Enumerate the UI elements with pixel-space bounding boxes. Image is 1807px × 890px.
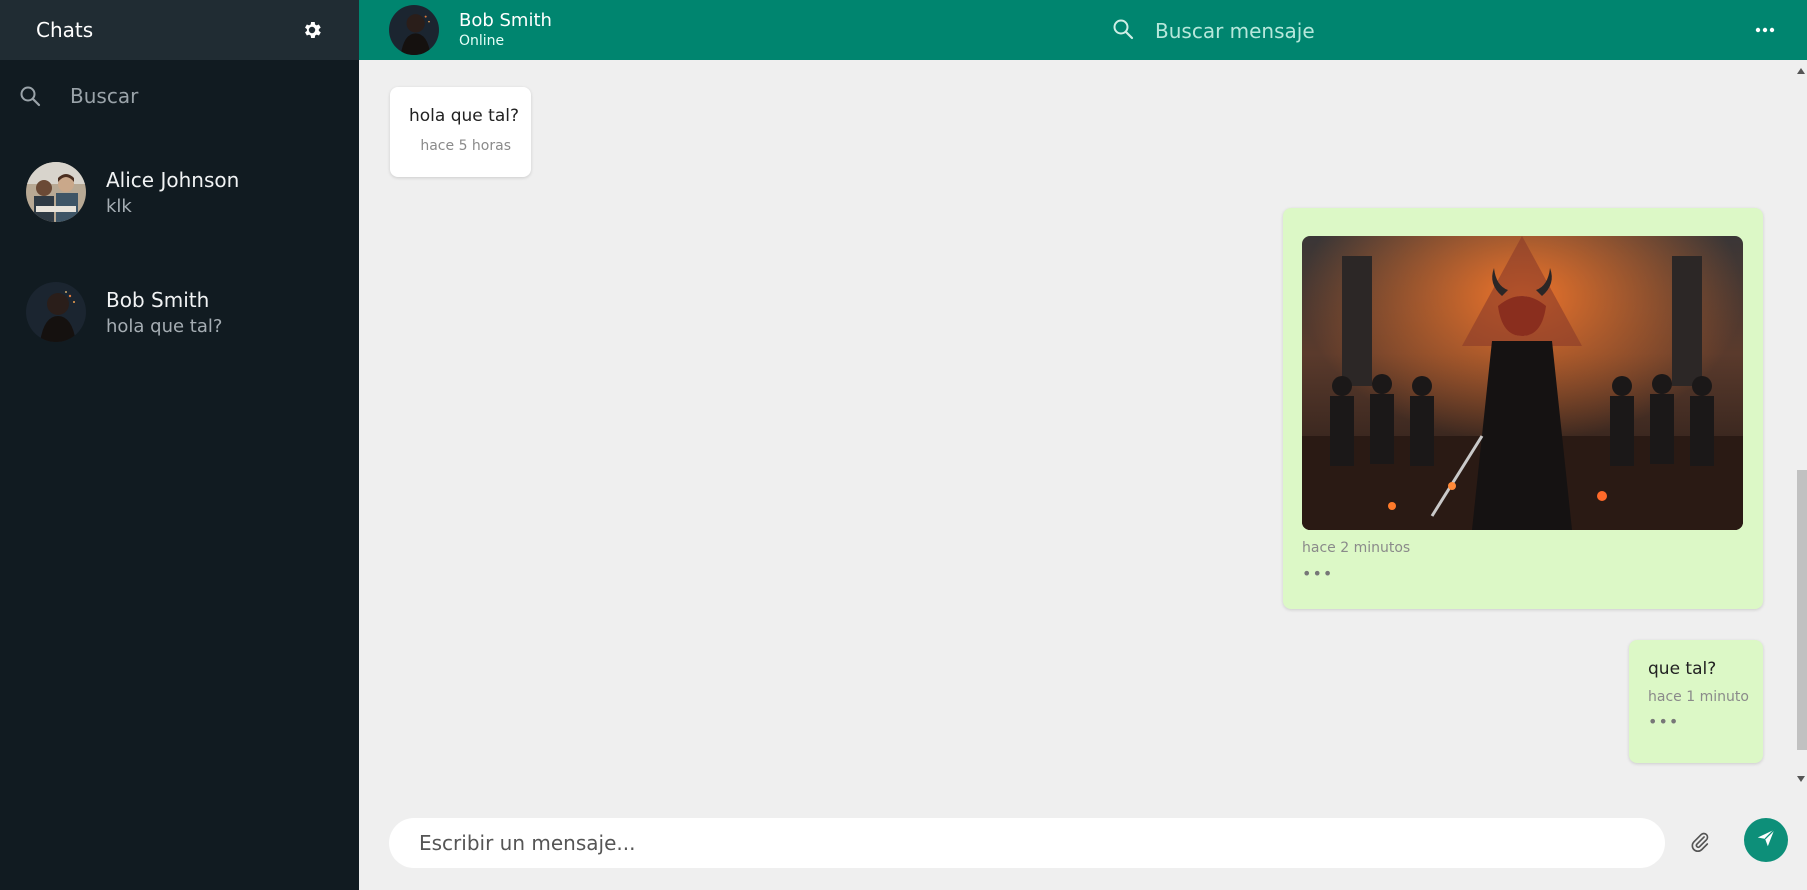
message-time: hace 1 minuto <box>1648 689 1749 705</box>
message-incoming: hola que tal? hace 5 horas <box>390 87 531 177</box>
sidebar-title: Chats <box>36 18 94 42</box>
sidebar-header: Chats <box>0 0 359 60</box>
message-time: hace 5 horas <box>420 138 511 154</box>
chat-search-row <box>0 60 359 132</box>
message-image[interactable] <box>1302 236 1743 530</box>
messages-scrollbar[interactable] <box>1797 60 1807 790</box>
send-button[interactable] <box>1744 818 1788 862</box>
avatar <box>26 282 86 342</box>
paperclip-icon[interactable] <box>1689 830 1711 858</box>
message-outgoing-image: hace 2 minutos ••• <box>1283 208 1763 609</box>
message-outgoing: que tal? hace 1 minuto ••• <box>1629 640 1763 763</box>
search-icon <box>18 84 42 108</box>
chat-name: Alice Johnson <box>106 167 240 192</box>
chat-sidebar: Chats Alice Johnson klk <box>0 0 359 890</box>
scroll-thumb[interactable] <box>1797 470 1807 750</box>
chat-list-item-alice[interactable]: Alice Johnson klk <box>0 132 359 252</box>
contact-status: Online <box>459 33 505 49</box>
chat-name: Bob Smith <box>106 287 210 312</box>
more-options-icon[interactable] <box>1755 22 1775 42</box>
chat-list-item-bob[interactable]: Bob Smith hola que tal? <box>0 252 359 372</box>
scroll-down-icon[interactable] <box>1797 776 1805 782</box>
gear-icon[interactable] <box>301 19 323 41</box>
chat-search-input[interactable] <box>68 83 322 109</box>
avatar <box>26 162 86 222</box>
message-search <box>1111 17 1517 45</box>
message-input[interactable] <box>389 818 1665 868</box>
search-icon <box>1111 17 1135 45</box>
message-text: que tal? <box>1648 659 1717 679</box>
contact-name: Bob Smith <box>459 10 552 31</box>
message-time: hace 2 minutos <box>1302 540 1411 556</box>
message-text: hola que tal? <box>409 106 519 126</box>
chat-header: Bob Smith Online <box>359 0 1807 60</box>
message-menu-icon[interactable]: ••• <box>1648 712 1679 731</box>
chat-last-message: klk <box>106 195 132 217</box>
messages-area: hola que tal? hace 5 horas hace 2 minuto… <box>359 60 1807 790</box>
scroll-up-icon[interactable] <box>1797 68 1805 74</box>
message-composer <box>359 790 1807 890</box>
message-menu-icon[interactable]: ••• <box>1302 564 1333 583</box>
contact-avatar[interactable] <box>389 5 439 55</box>
chat-last-message: hola que tal? <box>106 315 223 337</box>
send-icon <box>1755 827 1777 853</box>
message-search-input[interactable] <box>1153 18 1517 44</box>
